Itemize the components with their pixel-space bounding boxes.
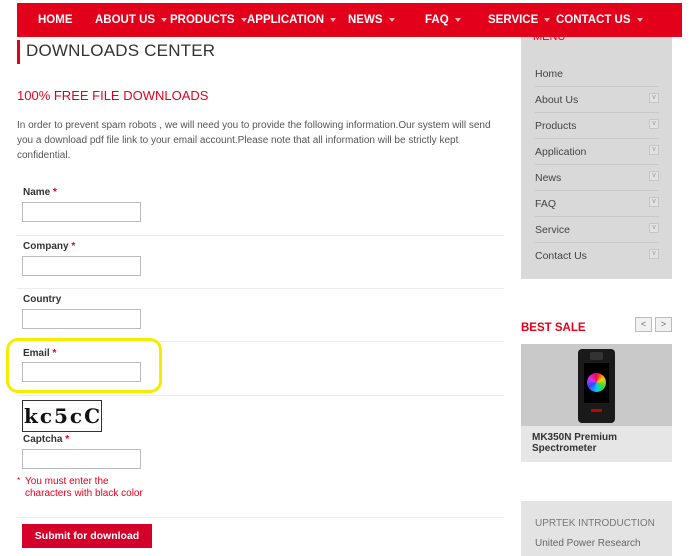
product-name-link[interactable]: MK350N Premium Spectrometer (532, 432, 667, 454)
name-label: Name * (23, 187, 57, 198)
device-screen (584, 363, 609, 403)
top-navigation: HOME ABOUT US PRODUCTS APPLICATION NEWS … (0, 0, 694, 37)
company-label: Company * (23, 241, 75, 252)
name-input[interactable] (22, 202, 141, 222)
sidebar-menu-title: MENU (533, 31, 566, 43)
nav-about-us-label: ABOUT US (95, 14, 156, 26)
device-logo (591, 409, 602, 412)
chevron-down-icon[interactable]: v (649, 145, 659, 155)
top-nav-bar: HOME ABOUT US PRODUCTS APPLICATION NEWS … (17, 3, 682, 37)
sidebar-item-label: Application (535, 146, 587, 158)
section-subtitle: 100% FREE FILE DOWNLOADS (17, 88, 209, 103)
nav-home[interactable]: HOME (38, 3, 73, 37)
required-mark: * (65, 434, 70, 445)
sidebar-item-label: About Us (535, 94, 579, 106)
next-arrow-button[interactable]: > (655, 317, 672, 332)
sidebar-item-contact-us[interactable]: Contact Us v (535, 243, 659, 269)
nav-news-label: NEWS (348, 14, 383, 26)
email-highlight-annotation (6, 338, 162, 393)
uprtek-introduction-box: UPRTEK INTRODUCTION United Power Researc… (521, 501, 672, 556)
sidebar-item-news[interactable]: News v (535, 165, 659, 191)
chevron-down-icon (388, 17, 395, 22)
product-card[interactable]: MK350N Premium Spectrometer (521, 344, 672, 462)
sidebar-item-label: Home (535, 68, 564, 80)
nav-application[interactable]: APPLICATION (247, 3, 337, 37)
uprtek-item-link[interactable]: United Power Research (535, 538, 641, 549)
chevron-down-icon (544, 17, 551, 22)
device-color-wheel (587, 373, 606, 392)
sidebar-item-label: Service (535, 224, 571, 236)
nav-faq[interactable]: FAQ (425, 3, 461, 37)
chevron-down-icon[interactable]: v (649, 93, 659, 103)
uprtek-title: UPRTEK INTRODUCTION (535, 518, 655, 529)
chevron-down-icon[interactable]: v (649, 249, 659, 259)
chevron-down-icon (161, 17, 168, 22)
country-row: Country (17, 289, 504, 342)
sidebar-item-label: Products (535, 120, 577, 132)
name-row: Name * (17, 180, 504, 236)
nav-contact-us-label: CONTACT US (556, 14, 631, 26)
sidebar-item-label: News (535, 172, 562, 184)
chevron-down-icon[interactable]: v (649, 197, 659, 207)
spectrometer-device-image (578, 349, 615, 423)
captcha-note-mark: * (17, 476, 21, 485)
prev-arrow-button[interactable]: < (635, 317, 652, 332)
best-sale-title: BEST SALE (521, 322, 586, 334)
submit-download-button[interactable]: Submit for download (22, 524, 152, 548)
nav-home-label: HOME (38, 14, 73, 26)
chevron-down-icon (454, 17, 461, 22)
sidebar-item-label: FAQ (535, 198, 557, 210)
captcha-input[interactable] (22, 449, 141, 469)
nav-contact-us[interactable]: CONTACT US (556, 3, 643, 37)
sidebar-item-about-us[interactable]: About Us v (535, 87, 659, 113)
chevron-down-icon[interactable]: v (649, 223, 659, 233)
device-top (590, 352, 603, 360)
chevron-down-icon (636, 17, 643, 22)
company-row: Company * (17, 236, 504, 289)
page-title: DOWNLOADS CENTER (26, 41, 216, 60)
sidebar-item-products[interactable]: Products v (535, 113, 659, 139)
chevron-down-icon[interactable]: v (649, 171, 659, 181)
sidebar-menu: MENU Home About Us v Products v Applicatio… (521, 31, 672, 279)
sidebar-item-home[interactable]: Home (535, 61, 659, 87)
nav-products-label: PRODUCTS (170, 14, 235, 26)
sidebar-item-service[interactable]: Service v (535, 217, 659, 243)
sidebar-item-application[interactable]: Application v (535, 139, 659, 165)
nav-products[interactable]: PRODUCTS (170, 3, 247, 37)
country-label: Country (23, 294, 62, 305)
sidebar-item-label: Contact Us (535, 250, 587, 262)
company-input[interactable] (22, 256, 141, 276)
captcha-note-text: You must enter the characters with black… (25, 476, 143, 499)
required-mark: * (71, 241, 76, 252)
nav-faq-label: FAQ (425, 14, 449, 26)
intro-text: In order to prevent spam robots , we wil… (17, 120, 491, 161)
name-label-text: Name (23, 187, 51, 198)
captcha-label: Captcha * (23, 434, 69, 445)
nav-about-us[interactable]: ABOUT US (95, 3, 168, 37)
product-image[interactable] (521, 344, 672, 426)
sidebar-item-faq[interactable]: FAQ v (535, 191, 659, 217)
chevron-down-icon (240, 17, 247, 22)
required-mark: * (53, 187, 57, 198)
nav-news[interactable]: NEWS (348, 3, 395, 37)
country-input[interactable] (22, 309, 141, 329)
company-label-text: Company (23, 241, 69, 252)
chevron-down-icon (330, 17, 337, 22)
page-title-block: DOWNLOADS CENTER (17, 40, 215, 64)
nav-service-label: SERVICE (488, 14, 539, 26)
nav-application-label: APPLICATION (247, 14, 325, 26)
chevron-down-icon[interactable]: v (649, 119, 659, 129)
captcha-note: * You must enter the characters with bla… (17, 476, 143, 500)
captcha-label-text: Captcha (23, 434, 63, 445)
